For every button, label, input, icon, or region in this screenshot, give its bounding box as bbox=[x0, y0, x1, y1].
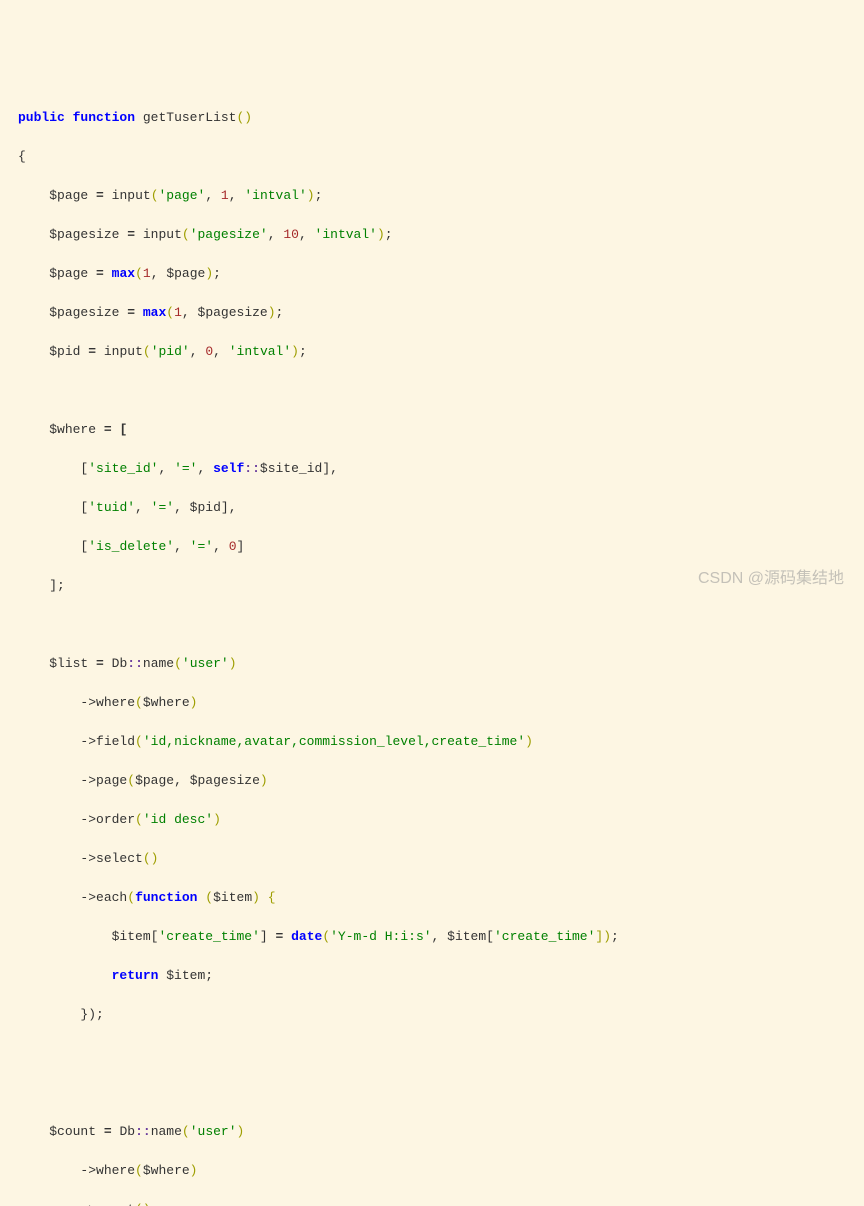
code-line: ->select() bbox=[18, 849, 846, 869]
code-line: ['is_delete', '=', 0] bbox=[18, 537, 846, 557]
code-line: ->order('id desc') bbox=[18, 810, 846, 830]
code-line: $where = [ bbox=[18, 420, 846, 440]
code-line: }); bbox=[18, 1005, 846, 1025]
code-line: $list = Db::name('user') bbox=[18, 654, 846, 674]
code-line: $item['create_time'] = date('Y-m-d H:i:s… bbox=[18, 927, 846, 947]
code-line: $page = max(1, $page); bbox=[18, 264, 846, 284]
code-line: ->each(function ($item) { bbox=[18, 888, 846, 908]
code-line: ->page($page, $pagesize) bbox=[18, 771, 846, 791]
code-line: $page = input('page', 1, 'intval'); bbox=[18, 186, 846, 206]
code-line: $count = Db::name('user') bbox=[18, 1122, 846, 1142]
code-line: return $item; bbox=[18, 966, 846, 986]
code-block: public function getTuserList() { $page =… bbox=[18, 88, 846, 1206]
code-line: $pid = input('pid', 0, 'intval'); bbox=[18, 342, 846, 362]
code-line bbox=[18, 1044, 846, 1064]
code-line: $pagesize = max(1, $pagesize); bbox=[18, 303, 846, 323]
code-line: ->where($where) bbox=[18, 1161, 846, 1181]
code-line: ['site_id', '=', self::$site_id], bbox=[18, 459, 846, 479]
code-line: ->where($where) bbox=[18, 693, 846, 713]
code-line: ]; bbox=[18, 576, 846, 596]
code-line: ->count(); bbox=[18, 1200, 846, 1206]
code-line: public function getTuserList() bbox=[18, 108, 846, 128]
code-line: ->field('id,nickname,avatar,commission_l… bbox=[18, 732, 846, 752]
code-line: $pagesize = input('pagesize', 10, 'intva… bbox=[18, 225, 846, 245]
code-line: { bbox=[18, 147, 846, 167]
code-line: ['tuid', '=', $pid], bbox=[18, 498, 846, 518]
code-line bbox=[18, 615, 846, 635]
code-line bbox=[18, 381, 846, 401]
code-line bbox=[18, 1083, 846, 1103]
